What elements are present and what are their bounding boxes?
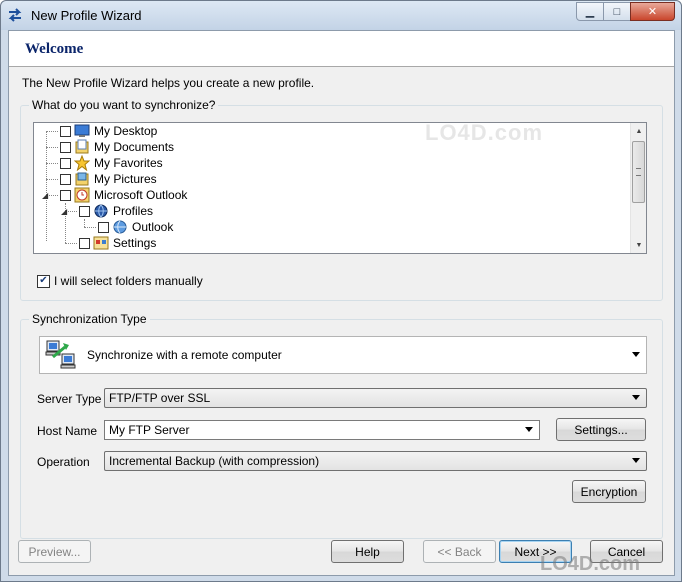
wizard-header: Welcome (9, 31, 674, 67)
tree-item-my-pictures[interactable]: My Pictures (60, 171, 157, 187)
tree-item-label: My Documents (94, 140, 175, 154)
tree-line (46, 179, 58, 180)
manual-folders-checkbox[interactable]: ✔ I will select folders manually (37, 274, 203, 288)
wizard-client-area: Welcome The New Profile Wizard helps you… (8, 30, 675, 576)
close-icon: ✕ (647, 6, 658, 18)
tree-item-checkbox[interactable] (98, 221, 109, 233)
help-button[interactable]: Help (331, 540, 404, 563)
dropdown-arrow-icon (632, 458, 640, 463)
tree-item-my-desktop[interactable]: My Desktop (60, 123, 157, 139)
tree-item-label: Outlook (132, 220, 174, 234)
host-name-combobox[interactable]: My FTP Server (104, 420, 540, 440)
sync-folders-tree[interactable]: ◢ ◢ My Desktop My Documents My Favorites (33, 122, 647, 254)
minimize-icon: ▁ (585, 6, 595, 18)
operation-label: Operation (37, 455, 90, 469)
operation-select[interactable]: Incremental Backup (with compression) (104, 451, 647, 471)
tree-item-outlook[interactable]: Outlook (98, 219, 173, 235)
window-frame: New Profile Wizard ▁ □ ✕ Welcome The New… (0, 0, 682, 582)
watermark-corner: LO4D.com (540, 553, 641, 575)
minimize-button[interactable]: ▁ (576, 2, 604, 21)
host-name-label: Host Name (37, 424, 98, 438)
tree-item-label: Settings (113, 236, 157, 250)
settings-icon (93, 236, 109, 250)
tree-item-checkbox[interactable] (79, 237, 90, 249)
documents-icon (75, 139, 89, 154)
tree-item-label: My Desktop (94, 124, 158, 138)
tree-item-checkbox[interactable] (60, 141, 71, 153)
tree-item-checkbox[interactable] (60, 125, 71, 137)
back-button[interactable]: << Back (423, 540, 496, 563)
page-title: Welcome (25, 41, 84, 57)
tree-item-profiles[interactable]: Profiles (79, 203, 153, 219)
close-button[interactable]: ✕ (630, 2, 675, 21)
tree-item-checkbox[interactable] (60, 157, 71, 169)
tree-item-my-documents[interactable]: My Documents (60, 139, 174, 155)
tree-item-label: Microsoft Outlook (94, 188, 188, 202)
tree-line (46, 131, 58, 132)
scroll-thumb[interactable] (632, 141, 645, 203)
settings-button[interactable]: Settings... (556, 418, 646, 441)
server-type-label: Server Type (37, 392, 102, 406)
watermark: LO4D.com (425, 120, 544, 145)
checkmark-icon[interactable]: ✔ (37, 274, 50, 288)
encryption-button[interactable]: Encryption (572, 480, 646, 503)
scroll-up-arrow-icon[interactable]: ▲ (631, 123, 646, 139)
maximize-icon: □ (613, 5, 621, 18)
tree-item-checkbox[interactable] (60, 173, 71, 185)
tree-line (84, 227, 96, 228)
server-type-value: FTP/FTP over SSL (109, 391, 211, 405)
tree-vertical-scrollbar[interactable]: ▲ ▼ (630, 123, 646, 253)
tree-item-settings[interactable]: Settings (79, 235, 156, 251)
tree-line (65, 243, 77, 244)
title-bar[interactable]: New Profile Wizard ▁ □ ✕ (1, 1, 681, 30)
tree-line (46, 163, 58, 164)
favorites-star-icon (74, 155, 90, 171)
outlook-globe-icon (113, 220, 127, 234)
collapse-toggle-icon[interactable]: ◢ (42, 191, 48, 200)
profiles-globe-icon (94, 204, 108, 218)
intro-text: The New Profile Wizard helps you create … (22, 76, 315, 90)
sync-type-group-label: Synchronization Type (29, 312, 150, 326)
manual-folders-label: I will select folders manually (54, 274, 203, 288)
operation-value: Incremental Backup (with compression) (109, 454, 320, 468)
tree-item-checkbox[interactable] (79, 205, 90, 217)
tree-item-microsoft-outlook[interactable]: Microsoft Outlook (60, 187, 187, 203)
sync-type-dropdown[interactable]: Synchronize with a remote computer (39, 336, 647, 374)
window-controls: ▁ □ ✕ (576, 2, 675, 21)
tree-item-label: My Pictures (94, 172, 157, 186)
preview-button[interactable]: Preview... (18, 540, 91, 563)
remote-computers-icon (45, 340, 76, 369)
dropdown-arrow-icon (632, 395, 640, 400)
outlook-clock-icon (74, 187, 90, 203)
tree-line (84, 219, 85, 227)
maximize-button[interactable]: □ (603, 2, 631, 21)
tree-line (46, 147, 58, 148)
tree-item-my-favorites[interactable]: My Favorites (60, 155, 163, 171)
dropdown-arrow-icon (632, 352, 640, 357)
sync-arrows-icon (8, 8, 22, 22)
desktop-icon (74, 124, 90, 137)
server-type-select[interactable]: FTP/FTP over SSL (104, 388, 647, 408)
tree-item-label: Profiles (113, 204, 154, 218)
dropdown-arrow-icon (525, 427, 533, 432)
pictures-icon (75, 172, 89, 186)
sync-type-value: Synchronize with a remote computer (87, 348, 282, 362)
sync-selection-group-label: What do you want to synchronize? (29, 98, 219, 112)
tree-item-label: My Favorites (94, 156, 163, 170)
window-title: New Profile Wizard (31, 8, 142, 23)
tree-item-checkbox[interactable] (60, 189, 71, 201)
collapse-toggle-icon[interactable]: ◢ (61, 207, 67, 216)
host-name-value: My FTP Server (109, 423, 190, 437)
scroll-down-arrow-icon[interactable]: ▼ (631, 237, 646, 253)
